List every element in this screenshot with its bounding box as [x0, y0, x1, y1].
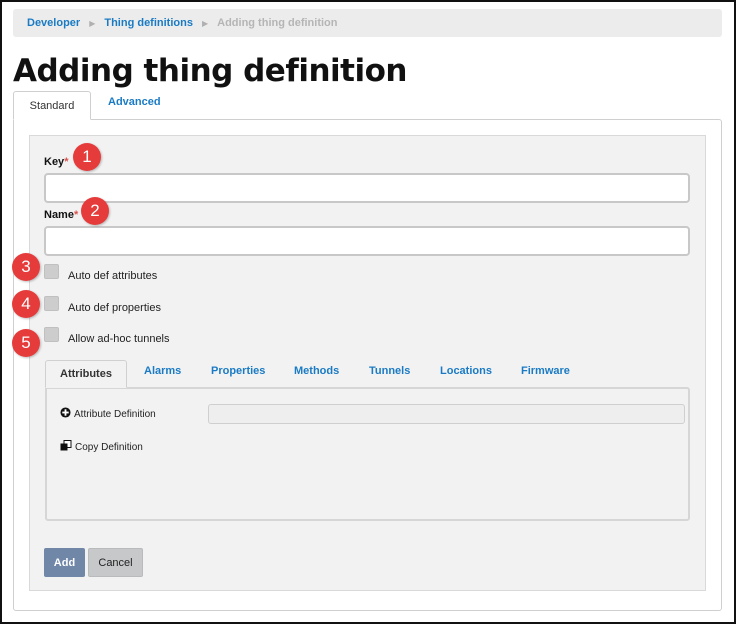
- breadcrumb-developer[interactable]: Developer: [27, 17, 80, 29]
- required-mark: *: [73, 209, 79, 221]
- tab-locations[interactable]: Locations: [440, 365, 492, 377]
- auto-def-attributes-label: Auto def attributes: [68, 270, 158, 282]
- form-panel: [29, 135, 706, 591]
- key-input[interactable]: [44, 173, 690, 203]
- copy-definition-label: Copy Definition: [75, 441, 143, 453]
- allow-adhoc-tunnels-label: Allow ad-hoc tunnels: [68, 333, 170, 345]
- tab-alarms[interactable]: Alarms: [144, 365, 181, 377]
- callout-badge-3: 3: [12, 253, 40, 281]
- key-label: Key*: [44, 156, 69, 168]
- attribute-definition-action[interactable]: Attribute Definition: [60, 407, 156, 421]
- tab-properties[interactable]: Properties: [211, 365, 265, 377]
- tab-standard[interactable]: Standard: [13, 91, 91, 120]
- page-title: Adding thing definition: [13, 53, 407, 89]
- breadcrumb: Developer ▶ Thing definitions ▶ Adding t…: [13, 9, 722, 37]
- callout-badge-1: 1: [73, 143, 101, 171]
- allow-adhoc-tunnels-checkbox[interactable]: [44, 327, 59, 342]
- name-input[interactable]: [44, 226, 690, 256]
- plus-circle-icon: [60, 407, 71, 421]
- tab-advanced[interactable]: Advanced: [108, 96, 161, 108]
- breadcrumb-separator-icon: ▶: [89, 18, 96, 28]
- callout-badge-2: 2: [81, 197, 109, 225]
- tab-firmware[interactable]: Firmware: [521, 365, 570, 377]
- tab-methods[interactable]: Methods: [294, 365, 339, 377]
- auto-def-attributes-checkbox[interactable]: [44, 264, 59, 279]
- copy-icon: [60, 440, 72, 454]
- tab-tunnels[interactable]: Tunnels: [369, 365, 410, 377]
- callout-badge-4: 4: [12, 290, 40, 318]
- required-mark: *: [64, 156, 69, 168]
- tab-attributes[interactable]: Attributes: [45, 360, 127, 388]
- name-label: Name*: [44, 209, 79, 221]
- copy-definition-action[interactable]: Copy Definition: [60, 440, 143, 454]
- auto-def-properties-label: Auto def properties: [68, 302, 161, 314]
- cancel-button[interactable]: Cancel: [88, 548, 143, 577]
- auto-def-properties-checkbox[interactable]: [44, 296, 59, 311]
- attribute-definition-label: Attribute Definition: [74, 408, 156, 420]
- attribute-definition-input[interactable]: [208, 404, 685, 424]
- breadcrumb-thing-definitions[interactable]: Thing definitions: [104, 17, 193, 29]
- add-button[interactable]: Add: [44, 548, 85, 577]
- breadcrumb-current: Adding thing definition: [217, 17, 338, 29]
- breadcrumb-separator-icon: ▶: [201, 18, 209, 28]
- callout-badge-5: 5: [12, 329, 40, 357]
